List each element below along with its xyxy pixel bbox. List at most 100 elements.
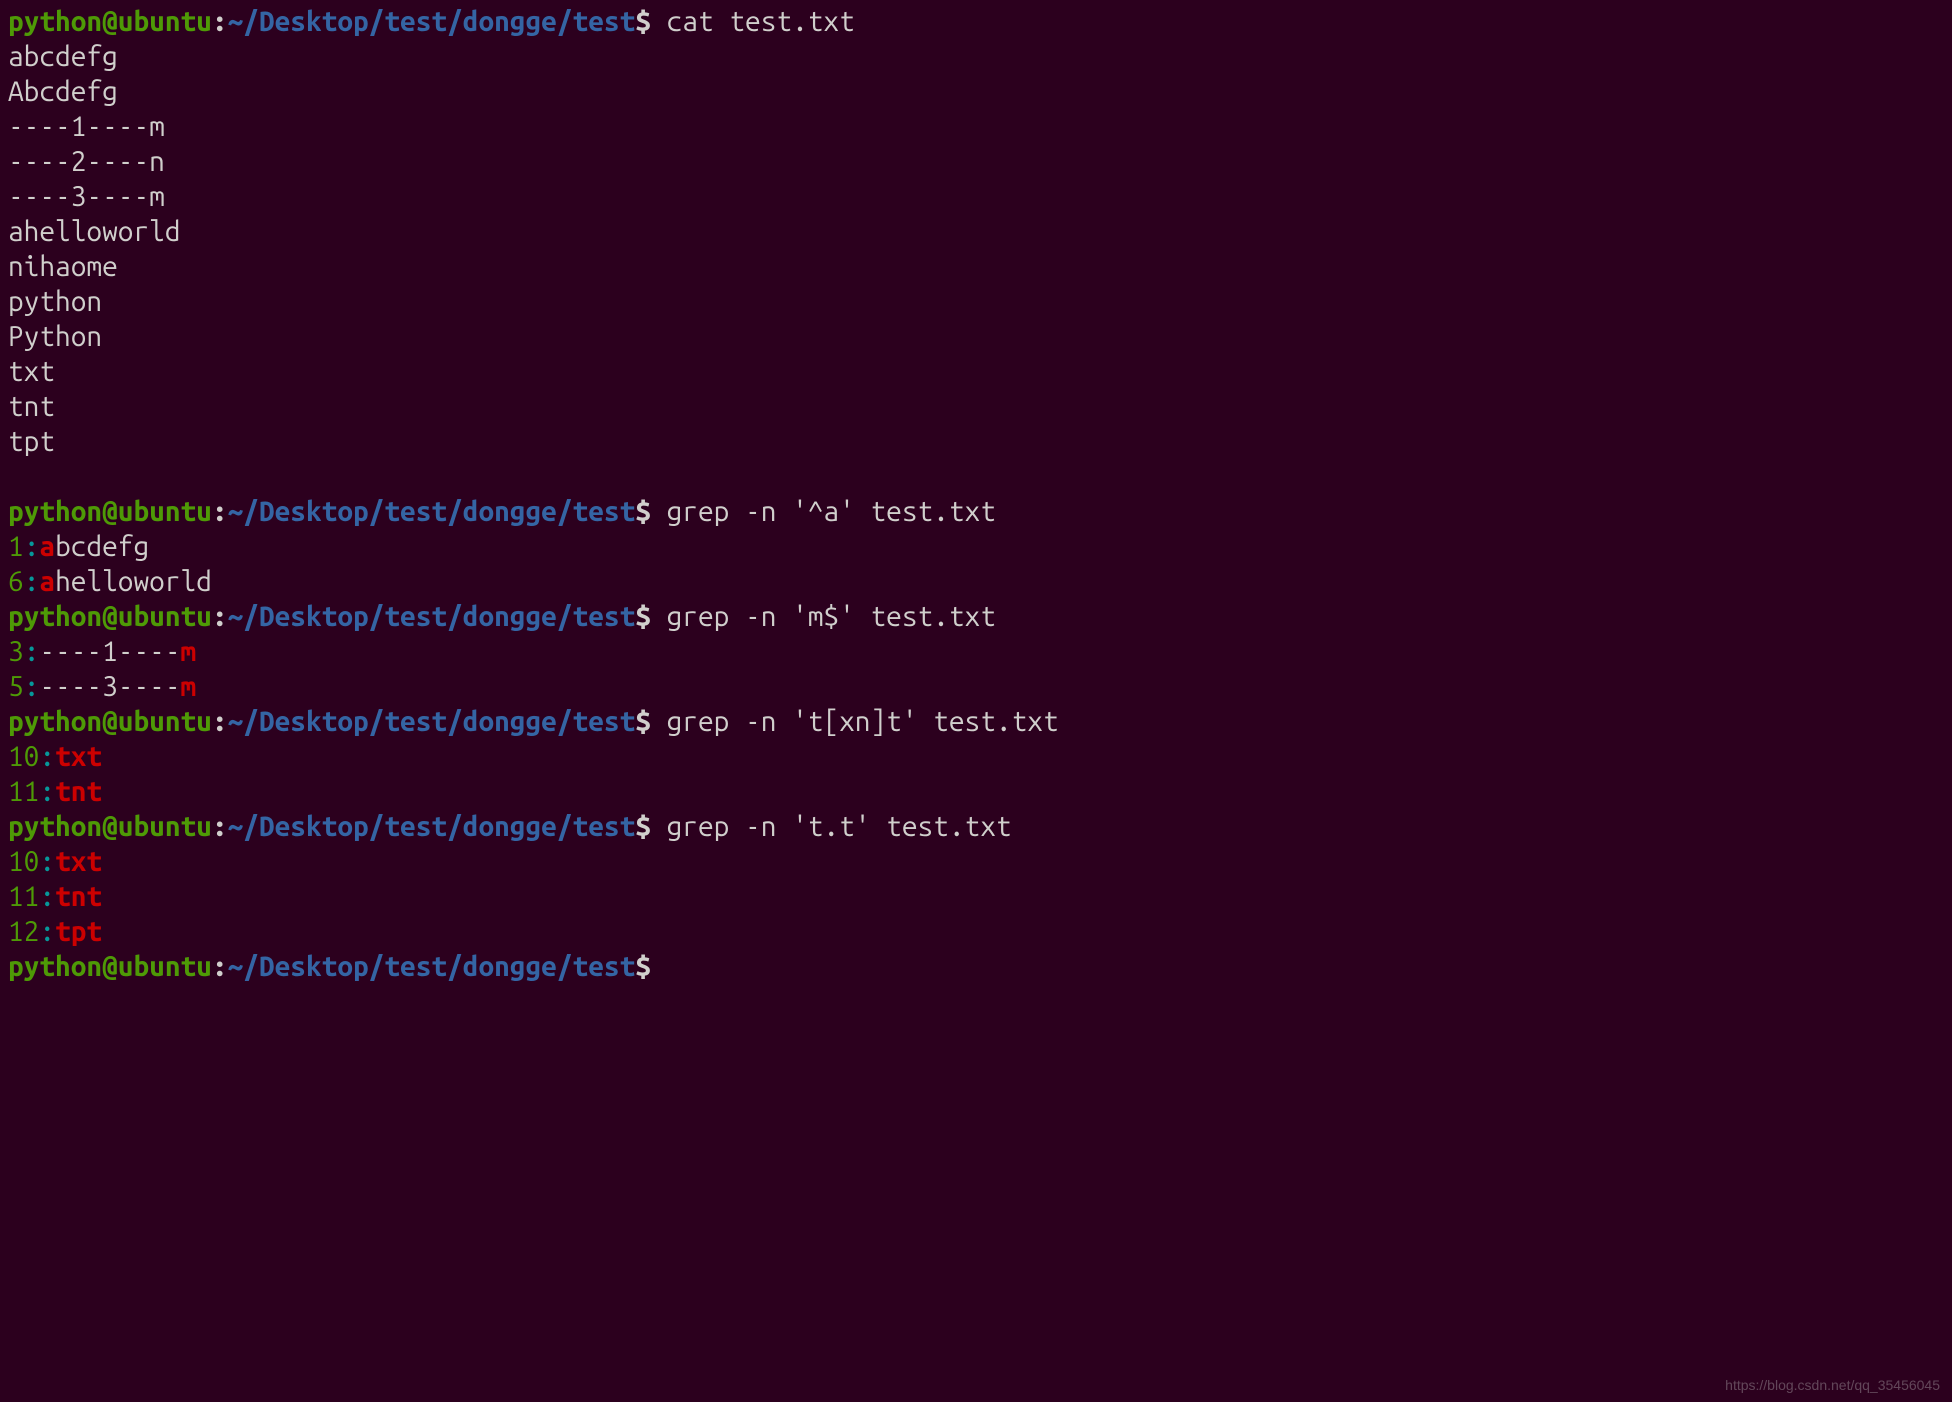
prompt-at-icon: @	[102, 496, 118, 527]
prompt-colon: :	[212, 811, 228, 842]
grep-separator: :	[39, 776, 55, 807]
prompt-user: python	[8, 6, 102, 37]
prompt-path: ~/Desktop/test/dongge/test	[228, 6, 636, 37]
grep-match: txt	[55, 741, 102, 772]
watermark-text: https://blog.csdn.net/qq_35456045	[1725, 1377, 1940, 1395]
grep-separator: :	[39, 741, 55, 772]
grep-separator: :	[24, 531, 40, 562]
prompt-dollar: $	[635, 706, 666, 737]
grep-match: txt	[55, 846, 102, 877]
command-text: grep -n 't[xn]t' test.txt	[667, 706, 1059, 737]
output-line: txt	[8, 354, 1944, 389]
grep-match: m	[181, 671, 197, 702]
prompt-line[interactable]: python@ubuntu:~/Desktop/test/dongge/test…	[8, 949, 1944, 984]
grep-lineno: 10	[8, 846, 39, 877]
prompt-at-icon: @	[102, 811, 118, 842]
prompt-line: python@ubuntu:~/Desktop/test/dongge/test…	[8, 809, 1944, 844]
prompt-host: ubuntu	[118, 811, 212, 842]
grep-output-line: 6:ahelloworld	[8, 564, 1944, 599]
grep-rest: bcdefg	[55, 531, 149, 562]
grep-lineno: 6	[8, 566, 24, 597]
prompt-path: ~/Desktop/test/dongge/test	[228, 601, 636, 632]
grep-lineno: 11	[8, 881, 39, 912]
prompt-user: python	[8, 601, 102, 632]
output-line: Python	[8, 319, 1944, 354]
grep-match: tnt	[55, 881, 102, 912]
prompt-host: ubuntu	[118, 706, 212, 737]
grep-separator: :	[39, 881, 55, 912]
prompt-user: python	[8, 706, 102, 737]
grep-output-line: 11:tnt	[8, 879, 1944, 914]
output-line	[8, 459, 1944, 494]
prompt-colon: :	[212, 706, 228, 737]
prompt-host: ubuntu	[118, 601, 212, 632]
prompt-user: python	[8, 951, 102, 982]
prompt-user: python	[8, 811, 102, 842]
grep-match: m	[181, 636, 197, 667]
output-line: tpt	[8, 424, 1944, 459]
grep-separator: :	[39, 916, 55, 947]
command-text: grep -n 't.t' test.txt	[667, 811, 1012, 842]
output-line: ----2----n	[8, 144, 1944, 179]
output-line: ----3----m	[8, 179, 1944, 214]
prompt-dollar: $	[635, 601, 666, 632]
grep-before: ----1----	[39, 636, 180, 667]
command-text: grep -n '^a' test.txt	[667, 496, 996, 527]
prompt-host: ubuntu	[118, 496, 212, 527]
grep-output-line: 10:txt	[8, 739, 1944, 774]
prompt-dollar: $	[635, 951, 666, 982]
prompt-path: ~/Desktop/test/dongge/test	[228, 706, 636, 737]
output-line: nihaome	[8, 249, 1944, 284]
prompt-at-icon: @	[102, 601, 118, 632]
prompt-host: ubuntu	[118, 6, 212, 37]
prompt-path: ~/Desktop/test/dongge/test	[228, 496, 636, 527]
prompt-line: python@ubuntu:~/Desktop/test/dongge/test…	[8, 4, 1944, 39]
grep-separator: :	[39, 846, 55, 877]
grep-lineno: 1	[8, 531, 24, 562]
grep-match: tpt	[55, 916, 102, 947]
prompt-at-icon: @	[102, 6, 118, 37]
grep-output-line: 5:----3----m	[8, 669, 1944, 704]
prompt-dollar: $	[635, 811, 666, 842]
grep-match: a	[39, 531, 55, 562]
output-line: abcdefg	[8, 39, 1944, 74]
prompt-colon: :	[212, 601, 228, 632]
prompt-colon: :	[212, 6, 228, 37]
prompt-dollar: $	[635, 6, 666, 37]
prompt-colon: :	[212, 496, 228, 527]
prompt-dollar: $	[635, 496, 666, 527]
grep-before: ----3----	[39, 671, 180, 702]
prompt-host: ubuntu	[118, 951, 212, 982]
grep-lineno: 3	[8, 636, 24, 667]
grep-match: tnt	[55, 776, 102, 807]
grep-separator: :	[24, 566, 40, 597]
command-text: cat test.txt	[667, 6, 855, 37]
output-line: python	[8, 284, 1944, 319]
grep-lineno: 12	[8, 916, 39, 947]
output-line: ----1----m	[8, 109, 1944, 144]
grep-separator: :	[24, 671, 40, 702]
grep-output-line: 12:tpt	[8, 914, 1944, 949]
grep-match: a	[39, 566, 55, 597]
prompt-line: python@ubuntu:~/Desktop/test/dongge/test…	[8, 494, 1944, 529]
output-line: Abcdefg	[8, 74, 1944, 109]
prompt-user: python	[8, 496, 102, 527]
output-line: ahelloworld	[8, 214, 1944, 249]
grep-output-line: 11:tnt	[8, 774, 1944, 809]
prompt-at-icon: @	[102, 706, 118, 737]
grep-separator: :	[24, 636, 40, 667]
prompt-path: ~/Desktop/test/dongge/test	[228, 951, 636, 982]
grep-output-line: 3:----1----m	[8, 634, 1944, 669]
prompt-path: ~/Desktop/test/dongge/test	[228, 811, 636, 842]
prompt-line: python@ubuntu:~/Desktop/test/dongge/test…	[8, 599, 1944, 634]
command-text: grep -n 'm$' test.txt	[667, 601, 996, 632]
grep-lineno: 5	[8, 671, 24, 702]
grep-rest: helloworld	[55, 566, 212, 597]
prompt-colon: :	[212, 951, 228, 982]
grep-output-line: 10:txt	[8, 844, 1944, 879]
prompt-line: python@ubuntu:~/Desktop/test/dongge/test…	[8, 704, 1944, 739]
prompt-at-icon: @	[102, 951, 118, 982]
terminal-window[interactable]: python@ubuntu:~/Desktop/test/dongge/test…	[8, 4, 1944, 984]
grep-lineno: 10	[8, 741, 39, 772]
output-line: tnt	[8, 389, 1944, 424]
